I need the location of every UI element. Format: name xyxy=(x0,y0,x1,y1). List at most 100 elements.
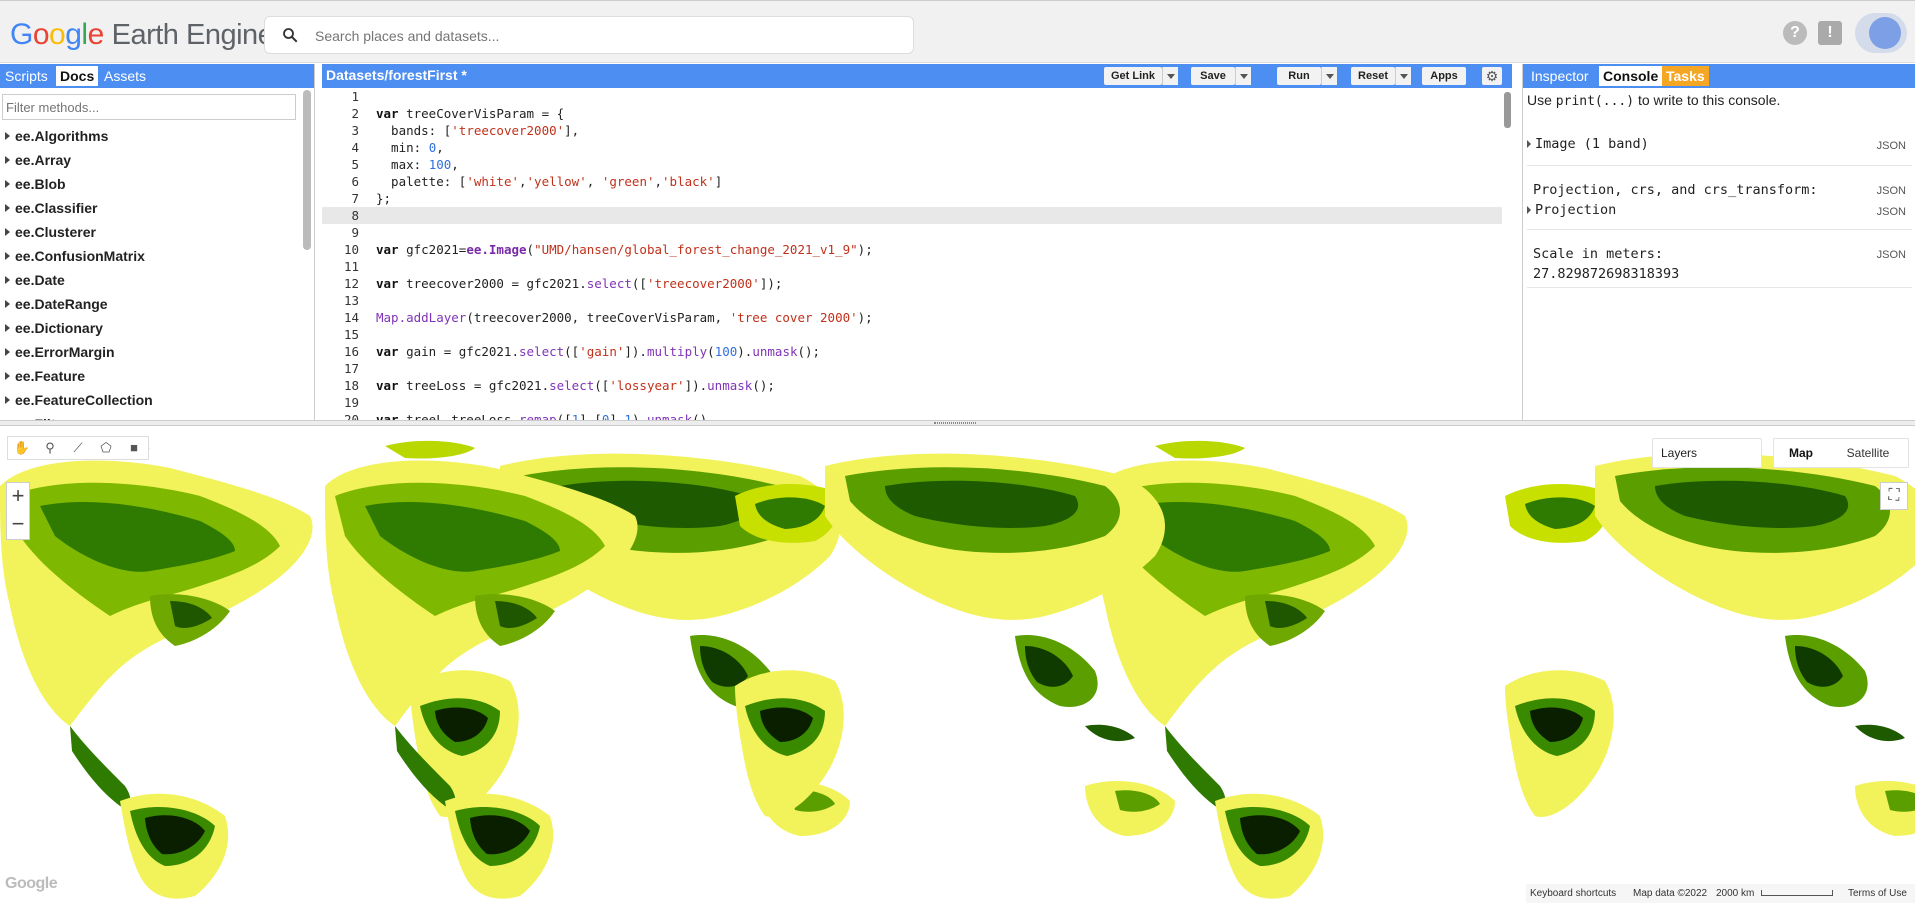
line-number: 7 xyxy=(351,191,359,206)
code-line[interactable]: 10 var gfc2021=ee.Image("UMD/hansen/globa… xyxy=(322,241,1502,258)
map-tile xyxy=(1095,440,1915,899)
doc-item[interactable]: ee.Filter xyxy=(0,412,300,420)
json-button[interactable]: JSON xyxy=(1877,249,1906,261)
tab-scripts[interactable]: Scripts xyxy=(1,66,52,86)
reset-button[interactable]: Reset xyxy=(1351,67,1395,85)
doc-item[interactable]: ee.Blob xyxy=(0,172,300,196)
code-line[interactable]: 3 bands: ['treecover2000'], xyxy=(322,122,1502,139)
line-number: 18 xyxy=(343,378,359,393)
console-entry-image[interactable]: Image (1 band) JSON xyxy=(1527,124,1912,166)
zoom-out-button[interactable]: − xyxy=(7,511,29,539)
code-line[interactable]: 13 xyxy=(322,292,1502,309)
google-wordmark: Google xyxy=(10,18,104,51)
tab-assets[interactable]: Assets xyxy=(100,66,150,86)
scale-bar xyxy=(1761,890,1833,896)
code-line[interactable]: 15 xyxy=(322,326,1502,343)
code-editor-panel: Datasets/forestFirst * Get Link Save Run… xyxy=(322,64,1512,427)
tab-tasks[interactable]: Tasks xyxy=(1662,66,1709,86)
line-icon[interactable]: ⟋ xyxy=(64,437,92,459)
map-footer: Keyboard shortcuts Map data ©2022 2000 k… xyxy=(1526,884,1915,903)
zoom-in-button[interactable]: + xyxy=(7,483,29,511)
json-button[interactable]: JSON xyxy=(1877,185,1906,197)
code-area[interactable]: 1 2 var treeCoverVisParam = {3 bands: ['tr… xyxy=(322,88,1502,427)
docs-scrollbar[interactable] xyxy=(303,90,311,250)
expand-arrow-icon[interactable] xyxy=(1527,140,1531,148)
code-line[interactable]: 19 xyxy=(322,394,1502,411)
code-line[interactable]: 16 var gain = gfc2021.select(['gain']).mu… xyxy=(322,343,1502,360)
doc-item[interactable]: ee.ConfusionMatrix xyxy=(0,244,300,268)
tree-cover-layer xyxy=(0,440,1915,899)
map-view[interactable]: ✋ ⚲ ⟋ ⬠ ■ + − Layers Map Satellite ⛶ Goo… xyxy=(0,426,1915,903)
layers-control[interactable]: Layers xyxy=(1652,438,1762,468)
doc-item[interactable]: ee.Clusterer xyxy=(0,220,300,244)
doc-item[interactable]: ee.Algorithms xyxy=(0,124,300,148)
doc-item[interactable]: ee.Classifier xyxy=(0,196,300,220)
help-icon[interactable]: ? xyxy=(1783,21,1807,45)
apps-button[interactable]: Apps xyxy=(1422,67,1466,85)
left-panel: Scripts Docs Assets ee.Algorithmsee.Arra… xyxy=(0,64,315,420)
doc-item[interactable]: ee.Feature xyxy=(0,364,300,388)
map-type-satellite[interactable]: Satellite xyxy=(1828,439,1908,467)
reset-dropdown[interactable] xyxy=(1395,67,1411,85)
marker-icon[interactable]: ⚲ xyxy=(36,437,64,459)
code-line[interactable]: 9 xyxy=(322,224,1502,241)
line-number: 11 xyxy=(343,259,359,274)
save-button[interactable]: Save xyxy=(1191,67,1235,85)
code-text: var gfc2021=ee.Image("UMD/hansen/global_… xyxy=(376,242,873,257)
projection-heading: Projection, crs, and crs_transform: xyxy=(1533,182,1818,198)
editor-toolbar: Datasets/forestFirst * Get Link Save Run… xyxy=(322,64,1512,88)
search-icon xyxy=(283,28,298,43)
code-line[interactable]: 8 xyxy=(322,207,1502,224)
editor-scrollbar[interactable] xyxy=(1504,92,1511,128)
fullscreen-icon[interactable]: ⛶ xyxy=(1880,482,1908,510)
account-avatar[interactable] xyxy=(1855,13,1907,53)
doc-item[interactable]: ee.Date xyxy=(0,268,300,292)
doc-item[interactable]: ee.FeatureCollection xyxy=(0,388,300,412)
polygon-icon[interactable]: ⬠ xyxy=(92,437,120,459)
script-title: Datasets/forestFirst * xyxy=(326,67,467,83)
run-button[interactable]: Run xyxy=(1277,67,1321,85)
code-line[interactable]: 14 Map.addLayer(treecover2000, treeCoverV… xyxy=(322,309,1502,326)
pan-hand-icon[interactable]: ✋ xyxy=(8,437,36,459)
code-text: min: 0, xyxy=(376,140,444,155)
filter-methods-input[interactable] xyxy=(2,94,296,120)
json-button[interactable]: JSON xyxy=(1877,206,1906,218)
keyboard-shortcuts-link[interactable]: Keyboard shortcuts xyxy=(1530,888,1616,899)
get-link-button[interactable]: Get Link xyxy=(1104,67,1162,85)
code-line[interactable]: 2 var treeCoverVisParam = { xyxy=(322,105,1502,122)
line-number: 6 xyxy=(351,174,359,189)
doc-item[interactable]: ee.Dictionary xyxy=(0,316,300,340)
earth-engine-logo[interactable]: Google Earth Engine xyxy=(10,18,274,52)
json-button[interactable]: JSON xyxy=(1877,140,1906,152)
code-line[interactable]: 7}; xyxy=(322,190,1502,207)
get-link-dropdown[interactable] xyxy=(1162,67,1178,85)
tab-inspector[interactable]: Inspector xyxy=(1527,66,1593,86)
feedback-icon[interactable]: ! xyxy=(1818,21,1842,45)
map-type-map[interactable]: Map xyxy=(1774,439,1828,467)
tab-console[interactable]: Console xyxy=(1599,66,1663,86)
code-line[interactable]: 17 xyxy=(322,360,1502,377)
doc-item[interactable]: ee.DateRange xyxy=(0,292,300,316)
search-box[interactable] xyxy=(264,16,914,54)
code-line[interactable]: 5 max: 100, xyxy=(322,156,1502,173)
run-dropdown[interactable] xyxy=(1321,67,1337,85)
scale-label: 2000 km xyxy=(1716,888,1755,899)
code-line[interactable]: 1 xyxy=(322,88,1502,105)
code-line[interactable]: 11 xyxy=(322,258,1502,275)
rectangle-icon[interactable]: ■ xyxy=(120,437,148,459)
search-input[interactable] xyxy=(315,25,895,47)
product-name: Earth Engine xyxy=(111,19,274,51)
code-line[interactable]: 6 palette: ['white','yellow', 'green','b… xyxy=(322,173,1502,190)
code-text: Map.addLayer(treecover2000, treeCoverVis… xyxy=(376,310,873,325)
terms-of-use-link[interactable]: Terms of Use xyxy=(1848,888,1907,899)
code-line[interactable]: 12 var treecover2000 = gfc2021.select(['t… xyxy=(322,275,1502,292)
code-line[interactable]: 4 min: 0, xyxy=(322,139,1502,156)
doc-item[interactable]: ee.ErrorMargin xyxy=(0,340,300,364)
image-entry-label: Image (1 band) xyxy=(1535,136,1649,152)
tab-docs[interactable]: Docs xyxy=(56,66,99,86)
gear-icon[interactable]: ⚙ xyxy=(1482,67,1502,85)
expand-arrow-icon[interactable] xyxy=(1527,206,1531,214)
code-line[interactable]: 18 var treeLoss = gfc2021.select(['lossye… xyxy=(322,377,1502,394)
doc-item[interactable]: ee.Array xyxy=(0,148,300,172)
save-dropdown[interactable] xyxy=(1235,67,1251,85)
